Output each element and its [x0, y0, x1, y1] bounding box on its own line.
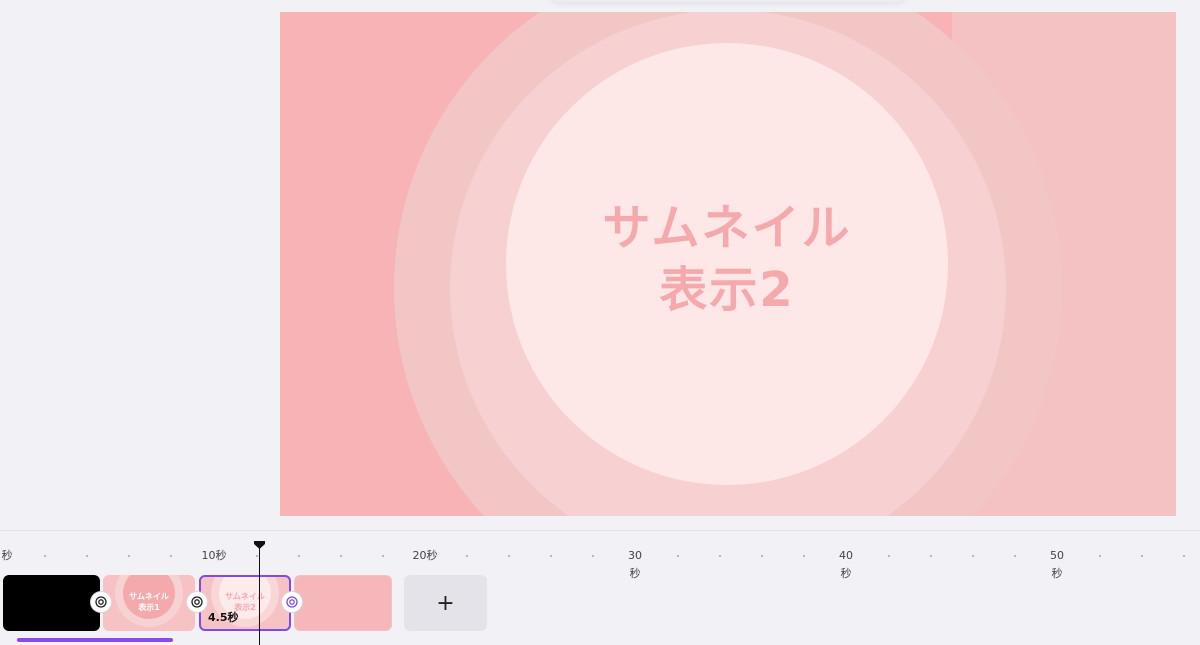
timeline[interactable]: 秒 10秒 20秒 30 秒 40 秒 50 秒 サムネイル 表示1 サムネイル… [0, 530, 1200, 645]
clip-duration: 4.5秒 [208, 611, 239, 624]
top-toolbar-edge [548, 0, 908, 2]
ruler-dot [677, 555, 679, 557]
ruler-label-10: 10秒 [201, 549, 227, 562]
ruler-label-50: 50 秒 [1050, 549, 1064, 580]
playhead-handle-icon[interactable] [253, 540, 266, 550]
ruler-dot [128, 555, 130, 557]
ruler-dot [803, 555, 805, 557]
add-page-button[interactable]: + [404, 575, 487, 631]
playback-progress-bar [17, 638, 173, 642]
timeline-clip-2[interactable]: サムネイル 表示1 [103, 575, 195, 631]
ruler-label-30: 30 秒 [628, 549, 642, 580]
ruler-dot [256, 555, 258, 557]
design-canvas[interactable]: サムネイル 表示2 [280, 12, 1176, 516]
plus-icon: + [436, 590, 455, 616]
ruler-dot [1141, 555, 1143, 557]
timeline-clip-3-selected[interactable]: サムネイル 表示2 4.5秒 [199, 575, 291, 631]
timeline-clip-1[interactable] [3, 575, 100, 631]
playhead-line[interactable] [259, 543, 260, 645]
ruler-dot [550, 555, 552, 557]
canvas-title-text[interactable]: サムネイル 表示2 [506, 197, 948, 321]
ruler-dot [1183, 555, 1185, 557]
transition-button[interactable] [187, 592, 207, 612]
transition-icon [286, 596, 298, 608]
ruler-dot [44, 555, 46, 557]
ruler-dot [508, 555, 510, 557]
transition-icon [95, 596, 107, 608]
ruler-dot [466, 555, 468, 557]
canvas-title-line2: 表示2 [659, 262, 795, 318]
ruler-dot [382, 555, 384, 557]
transition-button[interactable] [91, 592, 111, 612]
ruler-dot [86, 555, 88, 557]
ruler-label-20: 20秒 [412, 549, 438, 562]
ruler-dot [592, 555, 594, 557]
ruler-dot [719, 555, 721, 557]
transition-button-selected[interactable] [282, 592, 302, 612]
ruler-dot [888, 555, 890, 557]
ruler-label-40: 40 秒 [839, 549, 853, 580]
ruler-dot [298, 555, 300, 557]
ruler-dot [170, 555, 172, 557]
ruler-dot [1014, 555, 1016, 557]
ruler-dot [972, 555, 974, 557]
canvas-title-line1: サムネイル [602, 200, 852, 256]
timeline-clip-4[interactable] [294, 575, 392, 631]
transition-icon [191, 596, 203, 608]
ruler-dot [1099, 555, 1101, 557]
ruler-dot [340, 555, 342, 557]
ruler-dot [761, 555, 763, 557]
ruler-label-0: 秒 [1, 549, 13, 562]
ruler-dot [930, 555, 932, 557]
clip-thumbnail-text: サムネイル 表示1 [129, 592, 169, 612]
